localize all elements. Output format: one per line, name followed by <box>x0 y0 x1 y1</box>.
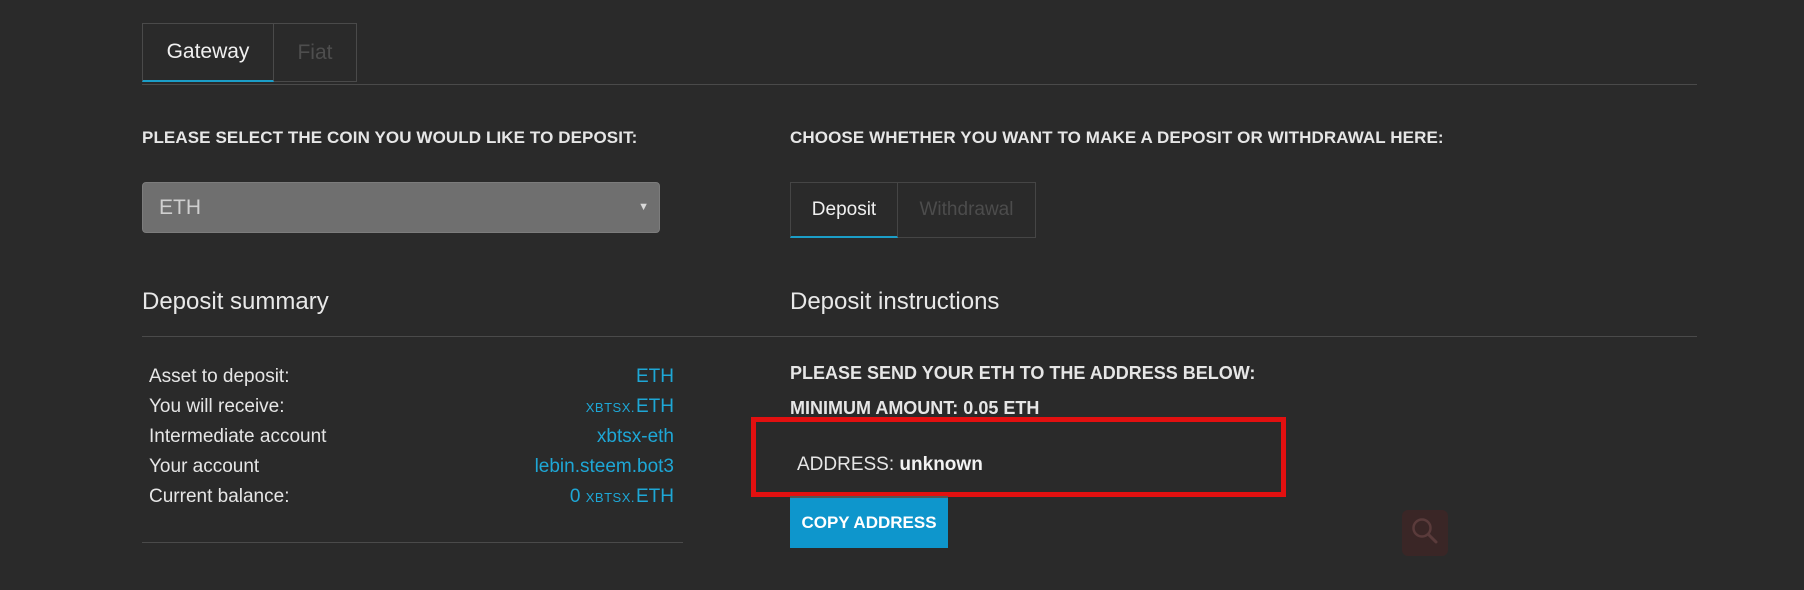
summary-row-receive: You will receive: XBTSX.ETH <box>149 396 674 426</box>
summary-label: You will receive: <box>149 396 285 417</box>
search-icon <box>1410 516 1440 551</box>
summary-label: Current balance: <box>149 486 290 507</box>
asset-name: ETH <box>636 396 674 417</box>
send-instructions: PLEASE SEND YOUR ETH TO THE ADDRESS BELO… <box>790 363 1256 383</box>
address-label: ADDRESS: <box>797 454 895 475</box>
summary-value: 0 XBTSX.ETH <box>570 486 674 508</box>
asset-name: ETH <box>636 486 674 507</box>
caret-down-icon: ▼ <box>638 201 649 213</box>
your-account-link[interactable]: lebin.steem.bot3 <box>535 456 674 478</box>
address-value: unknown <box>899 454 983 475</box>
summary-row-balance: Current balance: 0 XBTSX.ETH <box>149 486 674 516</box>
deposit-summary-table: Asset to deposit: ETH You will receive: … <box>149 366 674 516</box>
search-button[interactable] <box>1402 510 1448 556</box>
gateway-tabs: Gateway Fiat <box>142 23 357 82</box>
summary-value: ETH <box>636 366 674 388</box>
summary-row-intermediate: Intermediate account xbtsx-eth <box>149 426 674 456</box>
summary-value: XBTSX.ETH <box>586 396 674 418</box>
select-coin-label: PLEASE SELECT THE COIN YOU WOULD LIKE TO… <box>142 128 638 147</box>
summary-divider <box>142 542 683 543</box>
deposit-address: ADDRESS: unknown <box>797 454 983 476</box>
asset-name: ETH <box>636 366 674 387</box>
tab-gateway[interactable]: Gateway <box>142 23 274 82</box>
tabs-divider <box>142 84 1697 85</box>
intermediate-account-link[interactable]: xbtsx-eth <box>597 426 674 448</box>
choose-mode-label: CHOOSE WHETHER YOU WANT TO MAKE A DEPOSI… <box>790 128 1444 147</box>
asset-prefix: XBTSX. <box>585 490 635 505</box>
section-divider <box>142 336 1697 337</box>
summary-label: Asset to deposit: <box>149 366 290 387</box>
copy-address-button[interactable]: COPY ADDRESS <box>790 496 948 548</box>
mode-tabs: Deposit Withdrawal <box>790 182 1036 238</box>
tab-withdrawal[interactable]: Withdrawal <box>898 182 1036 238</box>
summary-label: Intermediate account <box>149 426 327 447</box>
summary-label: Your account <box>149 456 260 477</box>
coin-select[interactable]: ETH ▼ <box>142 182 660 233</box>
balance-number: 0 <box>569 486 581 507</box>
asset-prefix: XBTSX. <box>585 400 635 415</box>
deposit-summary-heading: Deposit summary <box>142 288 329 315</box>
coin-select-value: ETH <box>159 195 201 219</box>
deposit-instructions-heading: Deposit instructions <box>790 288 1000 315</box>
summary-row-asset: Asset to deposit: ETH <box>149 366 674 396</box>
summary-row-account: Your account lebin.steem.bot3 <box>149 456 674 486</box>
tab-fiat[interactable]: Fiat <box>274 23 357 82</box>
minimum-amount: MINIMUM AMOUNT: 0.05 ETH <box>790 398 1040 414</box>
tab-deposit[interactable]: Deposit <box>790 182 898 238</box>
page: Gateway Fiat PLEASE SELECT THE COIN YOU … <box>0 0 1804 590</box>
